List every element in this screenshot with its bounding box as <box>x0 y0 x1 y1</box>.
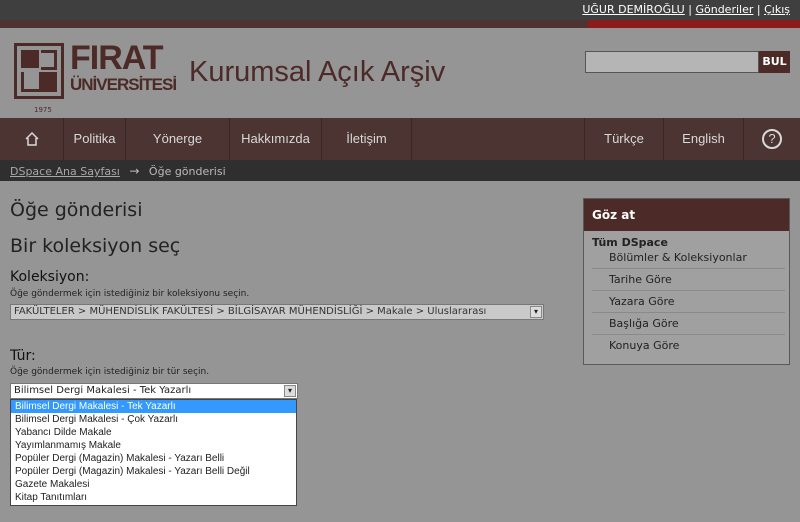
type-option[interactable]: Popüler Dergi (Magazin) Makalesi - Yazar… <box>11 465 296 478</box>
separator: | <box>688 3 692 16</box>
sidebar-item-date[interactable]: Tarihe Göre <box>592 269 785 291</box>
site-header: FIRAT ÜNİVERSİTESİ 1975 Kurumsal Açık Ar… <box>0 28 800 118</box>
type-option[interactable]: Yayımlanmamış Makale <box>11 439 296 452</box>
type-help: Öğe göndermek için istediğiniz bir tür s… <box>10 367 210 377</box>
user-name-link[interactable]: UĞUR DEMİROĞLU <box>582 3 684 16</box>
nav-lang-english[interactable]: English <box>664 118 744 160</box>
sidebar-item-communities[interactable]: Bölümler & Koleksiyonlar <box>592 247 785 269</box>
separator: | <box>756 3 761 16</box>
collection-select[interactable]: FAKÜLTELER > MÜHENDİSLİK FAKÜLTESİ > BİL… <box>10 304 544 320</box>
type-value: Bilimsel Dergi Makalesi - Tek Yazarlı <box>14 385 192 396</box>
search-button[interactable]: BUL <box>759 51 790 73</box>
help-icon: ? <box>762 129 782 149</box>
chevron-down-icon: ▾ <box>284 385 296 397</box>
section-title: Bir koleksiyon seç <box>10 235 181 257</box>
page-title: Öğe gönderisi <box>10 199 143 221</box>
main-nav: Politika Yönerge Hakkımızda İletişim Tür… <box>0 118 800 160</box>
type-select[interactable]: Bilimsel Dergi Makalesi - Tek Yazarlı ▾ <box>10 383 298 399</box>
home-icon <box>24 131 39 146</box>
type-option[interactable]: Bilimsel Dergi Makalesi - Tek Yazarlı <box>11 400 296 413</box>
type-option[interactable]: Gazete Makalesi <box>11 478 296 491</box>
sidebar-item-subject[interactable]: Konuya Göre <box>592 335 785 357</box>
type-option[interactable]: Popüler Dergi (Magazin) Makalesi - Yazar… <box>11 452 296 465</box>
sidebar-item-title[interactable]: Başlığa Göre <box>592 313 785 335</box>
sidebar-header: Göz at <box>584 199 789 231</box>
logo-text-top: FIRAT <box>70 39 164 77</box>
breadcrumb: DSpace Ana Sayfası → Öğe gönderisi <box>0 160 800 181</box>
nav-lang-turkce[interactable]: Türkçe <box>584 118 664 160</box>
type-dropdown-list: Bilimsel Dergi Makalesi - Tek Yazarlı Bi… <box>10 399 297 506</box>
logo-text-bottom: ÜNİVERSİTESİ <box>70 75 177 94</box>
nav-item-politika[interactable]: Politika <box>64 118 126 160</box>
nav-help[interactable]: ? <box>744 118 800 160</box>
nav-home[interactable] <box>0 118 64 160</box>
type-label: Tür: <box>10 348 36 364</box>
breadcrumb-current: Öğe gönderisi <box>148 165 226 178</box>
collection-help: Öğe göndermek için istediğiniz bir kolek… <box>10 289 250 299</box>
collection-value: FAKÜLTELER > MÜHENDİSLİK FAKÜLTESİ > BİL… <box>14 306 487 317</box>
submissions-link[interactable]: Gönderiler <box>695 3 753 16</box>
breadcrumb-arrow: → <box>129 164 140 178</box>
user-bar: UĞUR DEMİROĞLU | Gönderiler | Çıkış <box>0 0 800 20</box>
university-logo[interactable]: FIRAT ÜNİVERSİTESİ 1975 <box>14 39 177 115</box>
sidebar-category: Tüm DSpace <box>592 236 668 249</box>
user-links: UĞUR DEMİROĞLU | Gönderiler | Çıkış <box>582 3 790 16</box>
logo-mark-icon <box>14 43 64 99</box>
collection-label: Koleksiyon: <box>10 269 90 285</box>
sidebar-item-author[interactable]: Yazara Göre <box>592 291 785 313</box>
logout-link[interactable]: Çıkış <box>764 3 790 16</box>
breadcrumb-home[interactable]: DSpace Ana Sayfası <box>10 165 120 178</box>
browse-sidebar: Göz at Tüm DSpace Bölümler & Koleksiyonl… <box>583 198 790 365</box>
nav-item-hakkimizda[interactable]: Hakkımızda <box>230 118 322 160</box>
site-title: Kurumsal Açık Arşiv <box>189 56 446 88</box>
nav-item-iletisim[interactable]: İletişim <box>322 118 412 160</box>
chevron-down-icon: ▾ <box>530 306 542 318</box>
header-strip <box>0 20 588 28</box>
logo-year: 1975 <box>34 106 52 114</box>
type-option[interactable]: Kitap Tanıtımları <box>11 491 296 504</box>
search-input[interactable] <box>585 51 759 73</box>
type-option[interactable]: Bilimsel Dergi Makalesi - Çok Yazarlı <box>11 413 296 426</box>
type-option[interactable]: Yabancı Dilde Makale <box>11 426 296 439</box>
nav-item-yonerge[interactable]: Yönerge <box>126 118 230 160</box>
